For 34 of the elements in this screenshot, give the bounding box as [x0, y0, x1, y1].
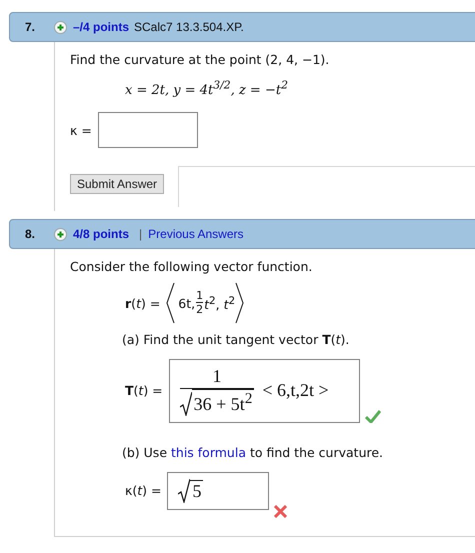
question-number: 7. — [24, 20, 36, 34]
vector-component: t$^{2}$, t$^{2}$ — [204, 294, 236, 312]
answer-text: < 6,t,2t > — [262, 380, 329, 402]
question-text: (a) Find the unit tangent vector T(t). — [122, 332, 350, 348]
answer-label: T(t) = — [125, 383, 163, 398]
radicand-text: 36 + 5t$^{2}$ — [192, 388, 254, 416]
vector-component: 6t, — [178, 296, 196, 311]
points-text: –/4 points — [73, 20, 130, 34]
left-angle-bracket-icon — [166, 282, 176, 324]
radicand-text: 5 — [192, 480, 202, 501]
separator-text: | — [139, 227, 142, 242]
submit-answer-button[interactable]: Submit Answer — [70, 174, 164, 194]
question-text: Consider the following vector function. — [70, 259, 312, 274]
vector-label: r(t) = — [125, 296, 160, 311]
answer-field[interactable] — [98, 112, 198, 148]
question-number: 8. — [24, 227, 36, 242]
formula-link[interactable]: this formula — [171, 444, 246, 460]
answer-field[interactable]: 5 — [167, 472, 270, 510]
equation-text: x = 2t, y = 4t$^{3/2}$, z = −t$^{2}$ — [125, 83, 288, 98]
right-angle-bracket-icon — [235, 282, 244, 324]
plus-icon[interactable] — [54, 228, 67, 241]
question-text: (b) Use this formula to find the curvature. — [122, 444, 384, 460]
plus-icon[interactable] — [54, 20, 67, 34]
square-root-icon — [178, 478, 190, 503]
question-text: Find the curvature at the point (2, 4, −1). — [70, 52, 330, 67]
fraction-numerator: 1 — [212, 366, 222, 386]
previous-answers-link[interactable]: Previous Answers — [148, 227, 244, 242]
answer-label: κ = — [70, 122, 92, 138]
points-text: 4/8 points — [73, 227, 130, 242]
source-text: SCalc7 13.3.504.XP. — [134, 20, 244, 34]
fraction-numerator: 1 — [196, 289, 204, 302]
fraction-denominator: 2 — [196, 303, 204, 316]
answer-label: κ(t) = — [125, 483, 162, 498]
square-root-icon — [180, 392, 192, 416]
